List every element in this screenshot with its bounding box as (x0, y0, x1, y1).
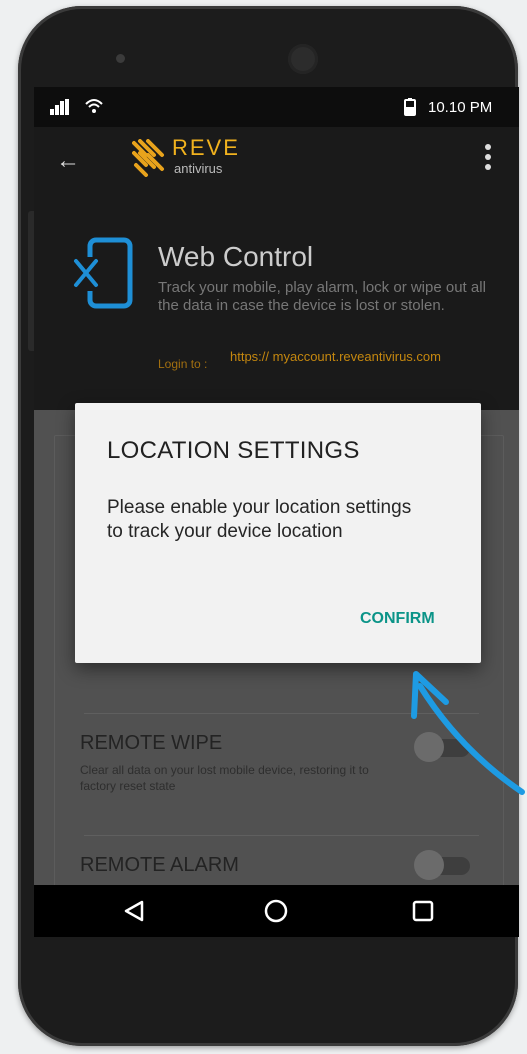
status-bar: 10.10 PM (34, 87, 519, 127)
row-divider (84, 835, 479, 836)
page-description: Track your mobile, play alarm, lock or w… (158, 279, 486, 314)
nav-back-icon[interactable] (122, 899, 146, 923)
front-camera (288, 44, 318, 74)
brand-name: REVE (172, 135, 240, 160)
battery-icon (404, 98, 416, 116)
dialog-title: LOCATION SETTINGS (107, 437, 360, 464)
navigation-bar (34, 885, 519, 937)
brand-subtitle: antivirus (174, 161, 223, 176)
web-control-header: Web Control Track your mobile, play alar… (34, 205, 519, 410)
signal-icon (50, 99, 69, 115)
overflow-menu-icon[interactable] (484, 143, 492, 171)
remote-alarm-toggle[interactable] (414, 850, 474, 880)
remote-wipe-description: Clear all data on your lost mobile devic… (80, 763, 369, 793)
location-settings-dialog: LOCATION SETTINGS Please enable your loc… (75, 403, 481, 663)
proximity-sensor (116, 54, 125, 63)
remote-wipe-title: REMOTE WIPE (80, 732, 223, 754)
nav-home-icon[interactable] (264, 899, 288, 923)
web-control-icon (72, 237, 133, 309)
remote-alarm-title: REMOTE ALARM (80, 854, 239, 876)
status-time: 10.10 PM (428, 99, 493, 116)
reve-logo-icon (132, 139, 164, 177)
nav-recents-icon[interactable] (412, 900, 434, 922)
toggle-thumb (414, 850, 444, 880)
annotation-arrow-icon (411, 671, 525, 795)
confirm-button[interactable]: CONFIRM (360, 610, 435, 628)
dialog-message: Please enable your location settings to … (107, 497, 412, 542)
wifi-icon (85, 99, 103, 113)
app-bar: ← REVE antivirus (34, 127, 519, 234)
page-title: Web Control (158, 241, 314, 272)
login-link[interactable]: https:// myaccount.reveantivirus.com (230, 349, 470, 365)
login-label: Login to : (158, 357, 208, 371)
back-arrow-icon[interactable]: ← (56, 147, 80, 175)
